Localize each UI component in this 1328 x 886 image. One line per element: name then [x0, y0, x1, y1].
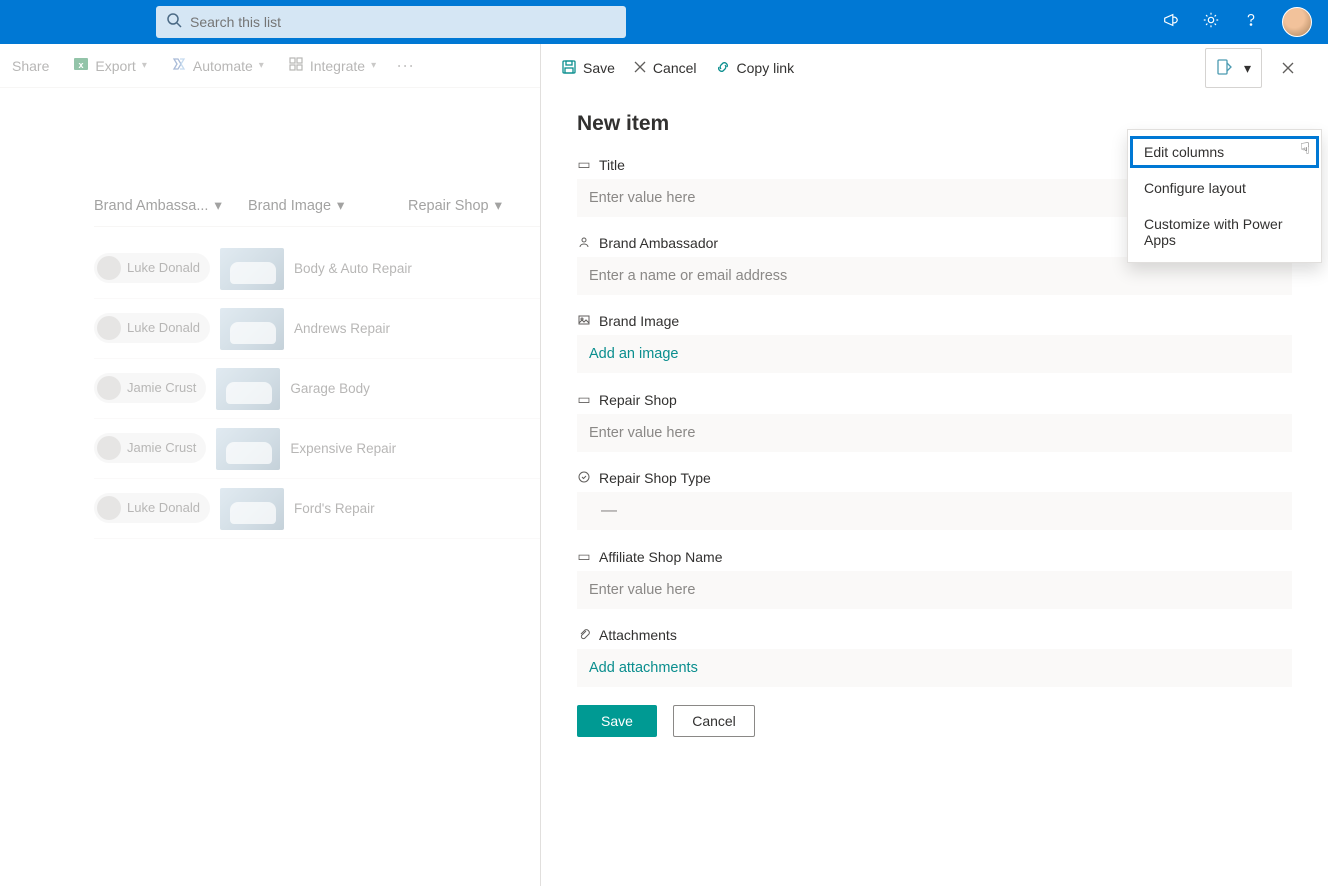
field-label: Repair Shop Type: [599, 470, 711, 486]
add-image-link[interactable]: Add an image: [589, 338, 678, 370]
repair-text: Andrews Repair: [294, 321, 390, 336]
field-brand-image: Brand Image Add an image: [577, 313, 1292, 373]
export-button[interactable]: x Export▾: [61, 50, 159, 81]
topbar-right: [1162, 7, 1312, 37]
link-icon: [715, 59, 731, 78]
person-avatar-icon: [97, 376, 121, 400]
image-thumbnail: [220, 248, 284, 290]
repair-text: Ford's Repair: [294, 501, 375, 516]
flow-icon: [171, 56, 187, 75]
repair-text: Expensive Repair: [290, 441, 396, 456]
image-thumbnail: [216, 368, 280, 410]
menu-item-edit-columns[interactable]: Edit columns: [1128, 134, 1321, 170]
person-chip: Luke Donald: [94, 493, 210, 523]
panel-command-bar: Save Cancel Copy link ▾: [541, 44, 1328, 92]
person-chip: Luke Donald: [94, 313, 210, 343]
menu-item-powerapps[interactable]: Customize with Power Apps: [1128, 206, 1321, 258]
excel-icon: x: [73, 56, 89, 75]
chevron-down-icon: ▾: [142, 60, 147, 71]
chevron-down-icon: ▾: [337, 198, 344, 214]
repair-type-select[interactable]: —: [577, 492, 1292, 530]
grid-icon: [288, 56, 304, 75]
chevron-down-icon: ▾: [259, 60, 264, 71]
text-icon: ▭: [577, 391, 591, 408]
svg-text:x: x: [79, 60, 84, 70]
form-icon: [1216, 58, 1234, 79]
more-icon[interactable]: ···: [388, 55, 422, 76]
top-bar: [0, 0, 1328, 44]
chevron-down-icon: ▾: [1244, 60, 1251, 77]
automate-button[interactable]: Automate▾: [159, 50, 276, 81]
avatar[interactable]: [1282, 7, 1312, 37]
integrate-button[interactable]: Integrate▾: [276, 50, 388, 81]
person-avatar-icon: [97, 496, 121, 520]
field-affiliate: ▭ Affiliate Shop Name: [577, 548, 1292, 609]
search-box[interactable]: [156, 6, 626, 38]
image-thumbnail: [220, 488, 284, 530]
save-button[interactable]: Save: [561, 59, 615, 78]
close-panel-button[interactable]: [1268, 48, 1308, 88]
chevron-down-icon: ▾: [371, 60, 376, 71]
repair-text: Body & Auto Repair: [294, 261, 412, 276]
customize-dropdown: Edit columns Configure layout Customize …: [1127, 129, 1322, 263]
person-icon: [577, 235, 591, 251]
attachment-icon: [577, 627, 591, 643]
choice-icon: [577, 470, 591, 486]
image-thumbnail: [220, 308, 284, 350]
share-button[interactable]: Share: [0, 52, 61, 80]
image-thumbnail: [216, 428, 280, 470]
cancel-button[interactable]: Cancel: [633, 60, 697, 77]
field-attachments: Attachments Add attachments: [577, 627, 1292, 687]
col-header-image[interactable]: Brand Image▾: [248, 198, 398, 214]
chevron-down-icon: ▾: [214, 198, 221, 214]
chevron-down-icon: ▾: [495, 198, 502, 214]
add-attachment-link[interactable]: Add attachments: [589, 652, 698, 684]
repair-input[interactable]: [577, 414, 1292, 452]
field-repair-type: Repair Shop Type —: [577, 470, 1292, 530]
person-avatar-icon: [97, 256, 121, 280]
person-chip: Jamie Crust: [94, 373, 206, 403]
copy-link-button[interactable]: Copy link: [715, 59, 795, 78]
search-input[interactable]: [190, 14, 616, 30]
person-chip: Luke Donald: [94, 253, 210, 283]
cancel-button[interactable]: Cancel: [673, 705, 755, 737]
customize-form-button[interactable]: ▾: [1205, 48, 1262, 88]
field-label: Affiliate Shop Name: [599, 549, 722, 565]
save-button[interactable]: Save: [577, 705, 657, 737]
field-label: Brand Image: [599, 313, 679, 329]
field-label: Title: [599, 157, 625, 173]
help-icon[interactable]: [1242, 11, 1260, 34]
search-icon: [166, 12, 182, 33]
field-repair-shop: ▭ Repair Shop: [577, 391, 1292, 452]
field-label: Attachments: [599, 627, 677, 643]
gear-icon[interactable]: [1202, 11, 1220, 34]
text-icon: ▭: [577, 156, 591, 173]
megaphone-icon[interactable]: [1162, 11, 1180, 34]
person-avatar-icon: [97, 316, 121, 340]
field-label: Repair Shop: [599, 392, 677, 408]
repair-text: Garage Body: [290, 381, 370, 396]
person-chip: Jamie Crust: [94, 433, 206, 463]
field-label: Brand Ambassador: [599, 235, 718, 251]
save-icon: [561, 59, 577, 78]
affiliate-input[interactable]: [577, 571, 1292, 609]
menu-item-configure-layout[interactable]: Configure layout: [1128, 170, 1321, 206]
close-icon: [633, 60, 647, 77]
person-avatar-icon: [97, 436, 121, 460]
text-icon: ▭: [577, 548, 591, 565]
new-item-panel: Save Cancel Copy link ▾ New item ▭Title: [540, 44, 1328, 886]
col-header-ambassador[interactable]: Brand Ambassa...▾: [94, 198, 238, 214]
image-icon: [577, 313, 591, 329]
